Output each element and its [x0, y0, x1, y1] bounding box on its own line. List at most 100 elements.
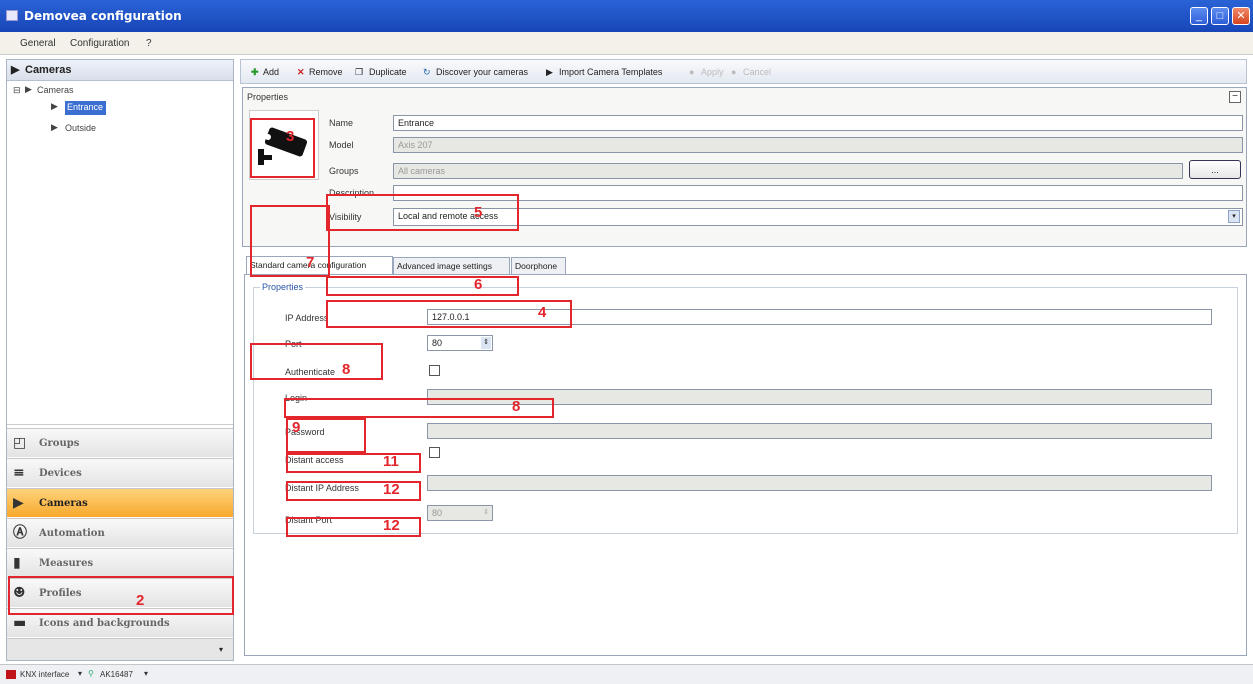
annotation-number: 9: [292, 419, 301, 436]
nav-overflow[interactable]: ▾: [7, 638, 233, 660]
add-icon: ✚: [251, 67, 259, 77]
automation-icon: Ⓐ: [13, 525, 27, 541]
authenticate-checkbox[interactable]: [429, 365, 440, 376]
annotation-number: 4: [538, 304, 547, 321]
toolbar: ✚ Add ✕ Remove ❐ Duplicate ↻ Discover yo…: [240, 59, 1247, 84]
close-button[interactable]: ✕: [1232, 7, 1250, 25]
title-bar: Demovea configuration _ □ ✕: [0, 0, 1253, 32]
duplicate-icon: ❐: [355, 67, 364, 77]
annotation-number: 6: [474, 276, 483, 293]
discover-icon: ↻: [423, 67, 431, 77]
nav-groups[interactable]: ◰ Groups: [7, 428, 233, 457]
remove-icon: ✕: [297, 67, 305, 77]
menu-configuration[interactable]: Configuration: [70, 38, 129, 49]
duplicate-button[interactable]: Duplicate: [369, 67, 407, 77]
nav-measures[interactable]: ▮ Measures: [7, 548, 233, 577]
nav-devices[interactable]: ≡ Devices: [7, 458, 233, 487]
annotation-number: 12: [383, 481, 400, 498]
cancel-button[interactable]: Cancel: [743, 67, 771, 77]
camera-icon: ▶: [11, 64, 20, 76]
distant-ip-field: [427, 475, 1212, 491]
nav-devices-label: Devices: [39, 468, 82, 479]
camera-icon: ▶: [25, 84, 32, 94]
model-label: Model: [329, 140, 354, 150]
annotation-box-12a: [286, 481, 421, 501]
port-value: 80: [432, 338, 443, 348]
remove-button[interactable]: Remove: [309, 67, 343, 77]
menu-general[interactable]: General: [20, 38, 56, 49]
nav-automation[interactable]: Ⓐ Automation: [7, 518, 233, 547]
measures-icon: ▮: [13, 555, 21, 571]
knx-icon: [6, 670, 16, 679]
annotation-box-8a: [250, 343, 383, 380]
camera-icon: ▶: [51, 122, 58, 132]
import-templates-button[interactable]: Import Camera Templates: [559, 67, 662, 77]
spinner-icon[interactable]: ⇕: [481, 337, 491, 349]
annotation-box-12b: [286, 517, 421, 537]
status-bar: KNX interface ▾ ⚲ AK16487 ▾: [0, 664, 1253, 684]
tree-collapse-icon[interactable]: ⊟: [13, 85, 21, 96]
nav-icons-label: Icons and backgrounds: [39, 618, 170, 629]
chevron-down-icon[interactable]: ▾: [1228, 210, 1240, 223]
minimize-button[interactable]: _: [1190, 7, 1208, 25]
camera-icon: ▶: [13, 495, 24, 511]
app-icon: [6, 10, 18, 21]
distant-port-value: 80: [432, 508, 443, 518]
tree-item-outside[interactable]: Outside: [65, 123, 96, 133]
ip-address-label: IP Address: [285, 313, 329, 323]
name-field[interactable]: Entrance: [393, 115, 1243, 131]
distant-access-checkbox[interactable]: [429, 447, 440, 458]
tab-doorphone[interactable]: Doorphone: [511, 257, 566, 275]
left-panel-header: ▶ Cameras: [7, 60, 233, 81]
groups-field: All cameras: [393, 163, 1183, 179]
visibility-select[interactable]: Local and remote access ▾: [393, 208, 1243, 226]
port-stepper[interactable]: 80 ⇕: [427, 335, 493, 351]
distant-port-stepper: 80 ⇕: [427, 505, 493, 521]
menu-help[interactable]: ?: [146, 38, 152, 49]
import-icon: ▶: [546, 67, 553, 77]
left-panel-title: Cameras: [25, 64, 72, 76]
password-field: [427, 423, 1212, 439]
model-field: Axis 207: [393, 137, 1243, 153]
devices-icon: ≡: [13, 465, 25, 481]
annotation-box-4: [326, 300, 572, 328]
annotation-number: 2: [136, 592, 145, 609]
annotation-number: 8: [342, 361, 351, 378]
annotation-number: 5: [474, 204, 483, 221]
chevron-down-icon: ▾: [219, 645, 224, 654]
nav-cameras[interactable]: ▶ Cameras: [7, 488, 233, 517]
collapse-icon[interactable]: −: [1229, 91, 1241, 103]
annotation-box-5: [326, 194, 519, 231]
device-status[interactable]: AK16487: [100, 670, 133, 679]
description-field[interactable]: [393, 185, 1243, 201]
annotation-box-2: [8, 576, 234, 615]
groups-icon: ◰: [13, 435, 27, 451]
annotation-number: 12: [383, 517, 400, 534]
apply-button[interactable]: Apply: [701, 67, 724, 77]
network-icon: ⚲: [88, 669, 94, 678]
chevron-down-icon[interactable]: ▾: [144, 669, 148, 678]
menu-bar: General Configuration ?: [0, 32, 1253, 55]
nav-groups-label: Groups: [39, 438, 80, 449]
maximize-button[interactable]: □: [1211, 7, 1229, 25]
knx-interface-status[interactable]: KNX interface: [20, 670, 69, 679]
groups-browse-button[interactable]: ...: [1189, 160, 1241, 179]
tab-advanced-image-settings[interactable]: Advanced image settings: [393, 257, 510, 275]
nav-automation-label: Automation: [39, 528, 105, 539]
annotation-box-11: [286, 453, 421, 473]
groups-label: Groups: [329, 166, 359, 176]
window-title: Demovea configuration: [24, 9, 182, 23]
nav-cameras-label: Cameras: [39, 498, 88, 509]
annotation-number: 7: [306, 254, 315, 271]
properties-title: Properties: [247, 92, 289, 102]
folder-icon: ▬: [13, 615, 27, 631]
add-button[interactable]: Add: [263, 67, 279, 77]
annotation-box-6: [326, 276, 519, 296]
cancel-icon: ●: [731, 67, 737, 77]
tree-item-entrance[interactable]: Entrance: [65, 101, 106, 115]
tree-root-cameras[interactable]: Cameras: [37, 85, 74, 95]
annotation-box-3: [250, 118, 315, 178]
discover-button[interactable]: Discover your cameras: [436, 67, 528, 77]
chevron-down-icon[interactable]: ▾: [78, 669, 82, 678]
group-title: Properties: [260, 282, 306, 292]
